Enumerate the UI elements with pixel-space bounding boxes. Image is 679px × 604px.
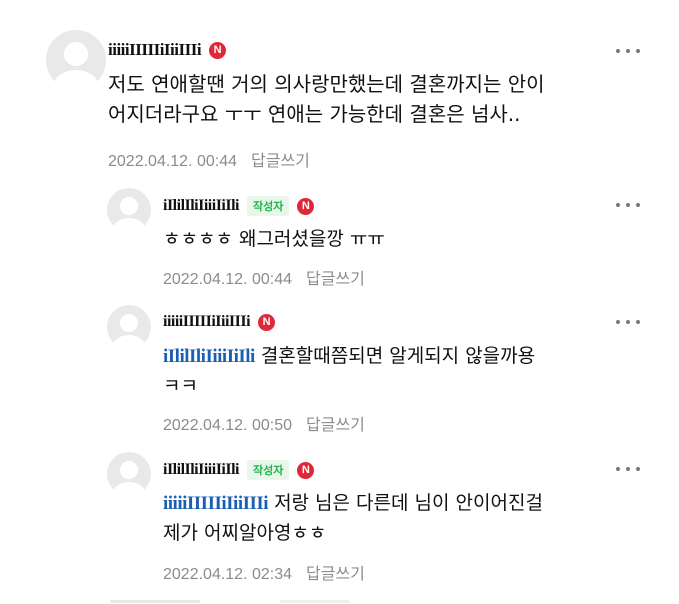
avatar[interactable] — [107, 305, 151, 349]
comment-header: iiiiiIIIIIiIiiIIIi N — [163, 313, 276, 331]
comment-meta: 2022.04.12. 00:44 답글쓰기 — [108, 147, 310, 171]
author-badge: 작성자 — [246, 460, 290, 480]
avatar[interactable] — [107, 452, 151, 496]
comment-date: 2022.04.12. 00:44 — [163, 271, 293, 288]
naver-badge-icon: N — [297, 197, 315, 215]
comment-date: 2022.04.12. 00:50 — [163, 417, 293, 434]
comment-header: iiiiiIIIIIiIiiIIIi N — [108, 40, 227, 60]
comment-meta: 2022.04.12. 02:34 답글쓰기 — [163, 560, 365, 584]
avatar[interactable] — [107, 188, 151, 232]
mention-link[interactable]: iiiiiIIIIIiIiiIIIi — [163, 493, 269, 514]
next-item-edge — [280, 600, 350, 603]
more-options-icon[interactable] — [616, 466, 640, 472]
naver-badge-icon: N — [297, 461, 315, 479]
comment-header: iIlilIliIiiiIiIli 작성자 N — [163, 460, 315, 480]
naver-badge-icon: N — [209, 41, 227, 59]
comment-meta: 2022.04.12. 00:44 답글쓰기 — [163, 265, 365, 289]
comment-text: iIlilIliIiiiIiIli 결혼할때쯤되면 알게되지 않을까용 ㅋㅋ — [163, 345, 536, 397]
naver-badge-icon: N — [258, 313, 276, 331]
comment-date: 2022.04.12. 00:44 — [108, 153, 238, 170]
nickname[interactable]: iIlilIliIiiiIiIli — [163, 461, 239, 479]
comment-meta: 2022.04.12. 00:50 답글쓰기 — [163, 411, 365, 435]
comment-text: 저도 연애할땐 거의 의사랑만했는데 결혼까지는 안이 어지더라구요 ㅜㅜ 연애… — [108, 72, 545, 126]
reply-item: iiiiiIIIIIiIiiIIIi N iIlilIliIiiiIiIli 결혼… — [107, 305, 667, 435]
more-options-icon[interactable] — [616, 202, 640, 208]
next-item-edge — [110, 600, 200, 603]
comment-item: iiiiiIIIIIiIiiIIIi N 저도 연애할땐 거의 의사랑만했는데 … — [46, 30, 666, 170]
more-options-icon[interactable] — [616, 48, 640, 54]
avatar[interactable] — [46, 30, 106, 90]
reply-button[interactable]: 답글쓰기 — [306, 417, 365, 434]
author-badge: 작성자 — [246, 196, 290, 216]
nickname[interactable]: iIlilIliIiiiIiIli — [163, 197, 239, 215]
comment-text: ㅎㅎㅎㅎ 왜그러셨을깡 ㅠㅠ — [163, 228, 385, 250]
nickname[interactable]: iiiiiIIIIIiIiiIIIi — [163, 313, 251, 331]
reply-item: iIlilIliIiiiIiIli 작성자 N iiiiiIIIIIiIiiII… — [107, 452, 667, 587]
nickname[interactable]: iiiiiIIIIIiIiiIIIi — [108, 40, 202, 60]
comment-date: 2022.04.12. 02:34 — [163, 566, 293, 583]
comment-header: iIlilIliIiiiIiIli 작성자 N — [163, 196, 315, 216]
reply-button[interactable]: 답글쓰기 — [306, 271, 365, 288]
reply-item: iIlilIliIiiiIiIli 작성자 N ㅎㅎㅎㅎ 왜그러셨을깡 ㅠㅠ 2… — [107, 188, 667, 288]
more-options-icon[interactable] — [616, 319, 640, 325]
reply-button[interactable]: 답글쓰기 — [306, 566, 365, 583]
reply-button[interactable]: 답글쓰기 — [251, 153, 310, 170]
mention-link[interactable]: iIlilIliIiiiIiIli — [163, 346, 255, 367]
comment-text: iiiiiIIIIIiIiiIIIi 저랑 님은 다른데 님이 안이어진걸 제가 … — [163, 492, 543, 544]
